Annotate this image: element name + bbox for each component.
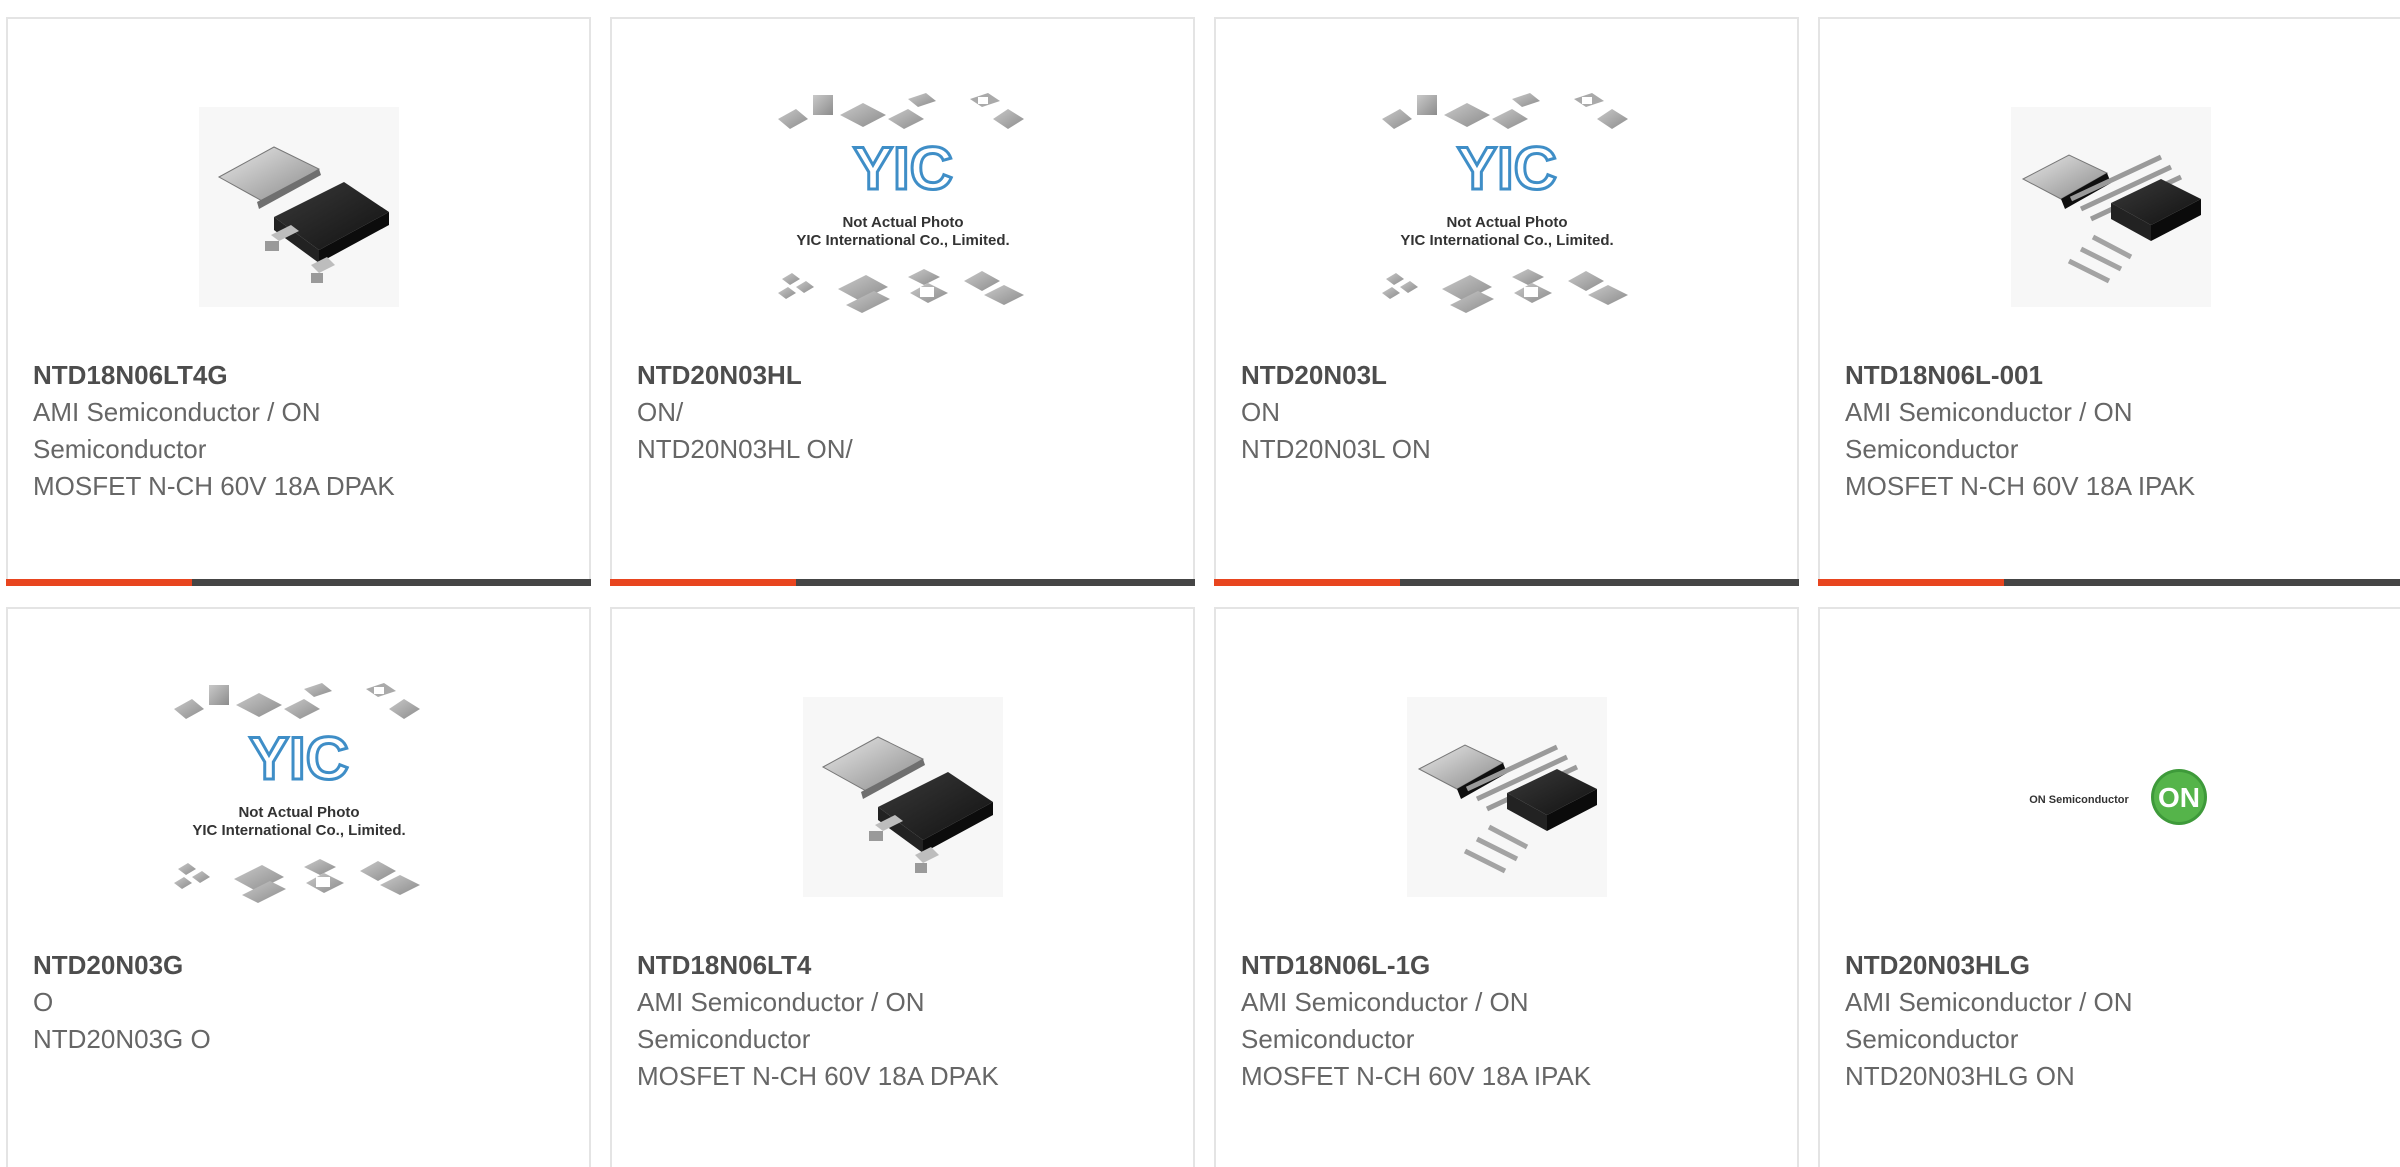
manufacturer-line: ON [1241,397,1280,427]
manufacturer-line: Semiconductor [1241,1024,1415,1054]
manufacturer-line: AMI Semiconductor / ON [637,987,925,1017]
product-image[interactable]: YIC Not Actual Photo YIC International C… [612,79,1193,334]
svg-text:YIC International Co., Limited: YIC International Co., Limited. [192,822,405,839]
product-card[interactable]: YIC Not Actual Photo YIC International C… [1214,17,1799,586]
svg-text:Not Actual Photo: Not Actual Photo [238,804,359,821]
description-line: NTD20N03G O [33,1024,211,1054]
yic-placeholder-image: YIC Not Actual Photo YIC International C… [1381,92,1628,313]
product-card[interactable]: NTD18N06LT4G AMI Semiconductor / ON Semi… [6,17,591,586]
description-line: NTD20N03HLG ON [1845,1061,2075,1091]
part-number-link[interactable]: NTD20N03L [1241,357,1777,394]
product-card[interactable]: NTD18N06L-001 AMI Semiconductor / ON Sem… [1818,17,2400,586]
svg-text:YIC: YIC [248,725,348,792]
part-number-link[interactable]: NTD18N06LT4 [637,947,1173,984]
part-number-link[interactable]: NTD18N06L-1G [1241,947,1777,984]
description-line: NTD20N03HL ON/ [637,434,853,464]
svg-text:YIC International Co., Limited: YIC International Co., Limited. [1400,232,1613,249]
product-card[interactable]: NTD18N06L-1G AMI Semiconductor / ON Semi… [1214,607,1799,1167]
svg-text:ON Semiconductor: ON Semiconductor [2029,794,2129,806]
part-number-link[interactable]: NTD20N03HL [637,357,1173,394]
manufacturer-line: Semiconductor [637,1024,811,1054]
description-line: MOSFET N-CH 60V 18A DPAK [33,471,395,501]
on-semiconductor-logo: ON Semiconductor ON [2029,768,2207,825]
svg-text:YIC: YIC [852,135,952,202]
part-number-link[interactable]: NTD18N06LT4G [33,357,569,394]
product-info: NTD18N06L-001 AMI Semiconductor / ON Sem… [1845,357,2381,505]
description-line: MOSFET N-CH 60V 18A IPAK [1845,471,2196,501]
manufacturer-line: Semiconductor [33,434,207,464]
ipak-package-image [2010,106,2211,307]
manufacturer-line: Semiconductor [1845,434,2019,464]
yic-placeholder-image: YIC Not Actual Photo YIC International C… [777,92,1024,313]
product-image[interactable]: YIC Not Actual Photo YIC International C… [1216,79,1797,334]
part-number-link[interactable]: NTD20N03HLG [1845,947,2381,984]
card-accent [610,579,796,586]
product-info: NTD20N03G O NTD20N03G O [33,947,569,1058]
part-number-link[interactable]: NTD20N03G [33,947,569,984]
product-info: NTD18N06LT4G AMI Semiconductor / ON Semi… [33,357,569,505]
product-image[interactable] [1820,79,2400,334]
manufacturer-line: AMI Semiconductor / ON [1241,987,1529,1017]
card-bottom-bar [1214,579,1799,586]
product-image[interactable]: ON Semiconductor ON [1820,669,2400,924]
product-image[interactable] [612,669,1193,924]
manufacturer-line: Semiconductor [1845,1024,2019,1054]
svg-text:Not Actual Photo: Not Actual Photo [1446,214,1567,231]
dpak-package-image [802,696,1003,897]
product-info: NTD20N03HL ON/ NTD20N03HL ON/ [637,357,1173,468]
product-image[interactable] [8,79,589,334]
manufacturer-line: AMI Semiconductor / ON [1845,987,2133,1017]
card-accent [1818,579,2004,586]
dpak-package-image [198,106,399,307]
manufacturer-line: ON/ [637,397,684,427]
product-info: NTD18N06L-1G AMI Semiconductor / ON Semi… [1241,947,1777,1095]
product-card[interactable]: YIC Not Actual Photo YIC International C… [610,17,1195,586]
part-number-link[interactable]: NTD18N06L-001 [1845,357,2381,394]
ipak-package-image [1406,696,1607,897]
manufacturer-line: AMI Semiconductor / ON [1845,397,2133,427]
description-line: MOSFET N-CH 60V 18A DPAK [637,1061,999,1091]
manufacturer-line: AMI Semiconductor / ON [33,397,321,427]
card-bottom-bar [1818,579,2400,586]
description-line: MOSFET N-CH 60V 18A IPAK [1241,1061,1592,1091]
product-info: NTD20N03HLG AMI Semiconductor / ON Semic… [1845,947,2381,1095]
svg-text:Not Actual Photo: Not Actual Photo [842,214,963,231]
description-line: NTD20N03L ON [1241,434,1431,464]
product-card[interactable]: YIC Not Actual Photo YIC International C… [6,607,591,1167]
product-card[interactable]: ON Semiconductor ON NTD20N03HLG AMI Semi… [1818,607,2400,1167]
manufacturer-line: O [33,987,54,1017]
product-card[interactable]: NTD18N06LT4 AMI Semiconductor / ON Semic… [610,607,1195,1167]
svg-text:ON: ON [2158,782,2200,813]
card-accent [1214,579,1400,586]
card-accent [6,579,192,586]
svg-text:YIC: YIC [1456,135,1556,202]
card-bottom-bar [6,579,591,586]
svg-text:YIC International Co., Limited: YIC International Co., Limited. [796,232,1009,249]
card-bottom-bar [610,579,1195,586]
product-image[interactable]: YIC Not Actual Photo YIC International C… [8,669,589,924]
product-info: NTD20N03L ON NTD20N03L ON [1241,357,1777,468]
product-grid: NTD18N06LT4G AMI Semiconductor / ON Semi… [0,0,2400,1167]
product-image[interactable] [1216,669,1797,924]
product-info: NTD18N06LT4 AMI Semiconductor / ON Semic… [637,947,1173,1095]
yic-placeholder-image: YIC Not Actual Photo YIC International C… [173,682,420,903]
